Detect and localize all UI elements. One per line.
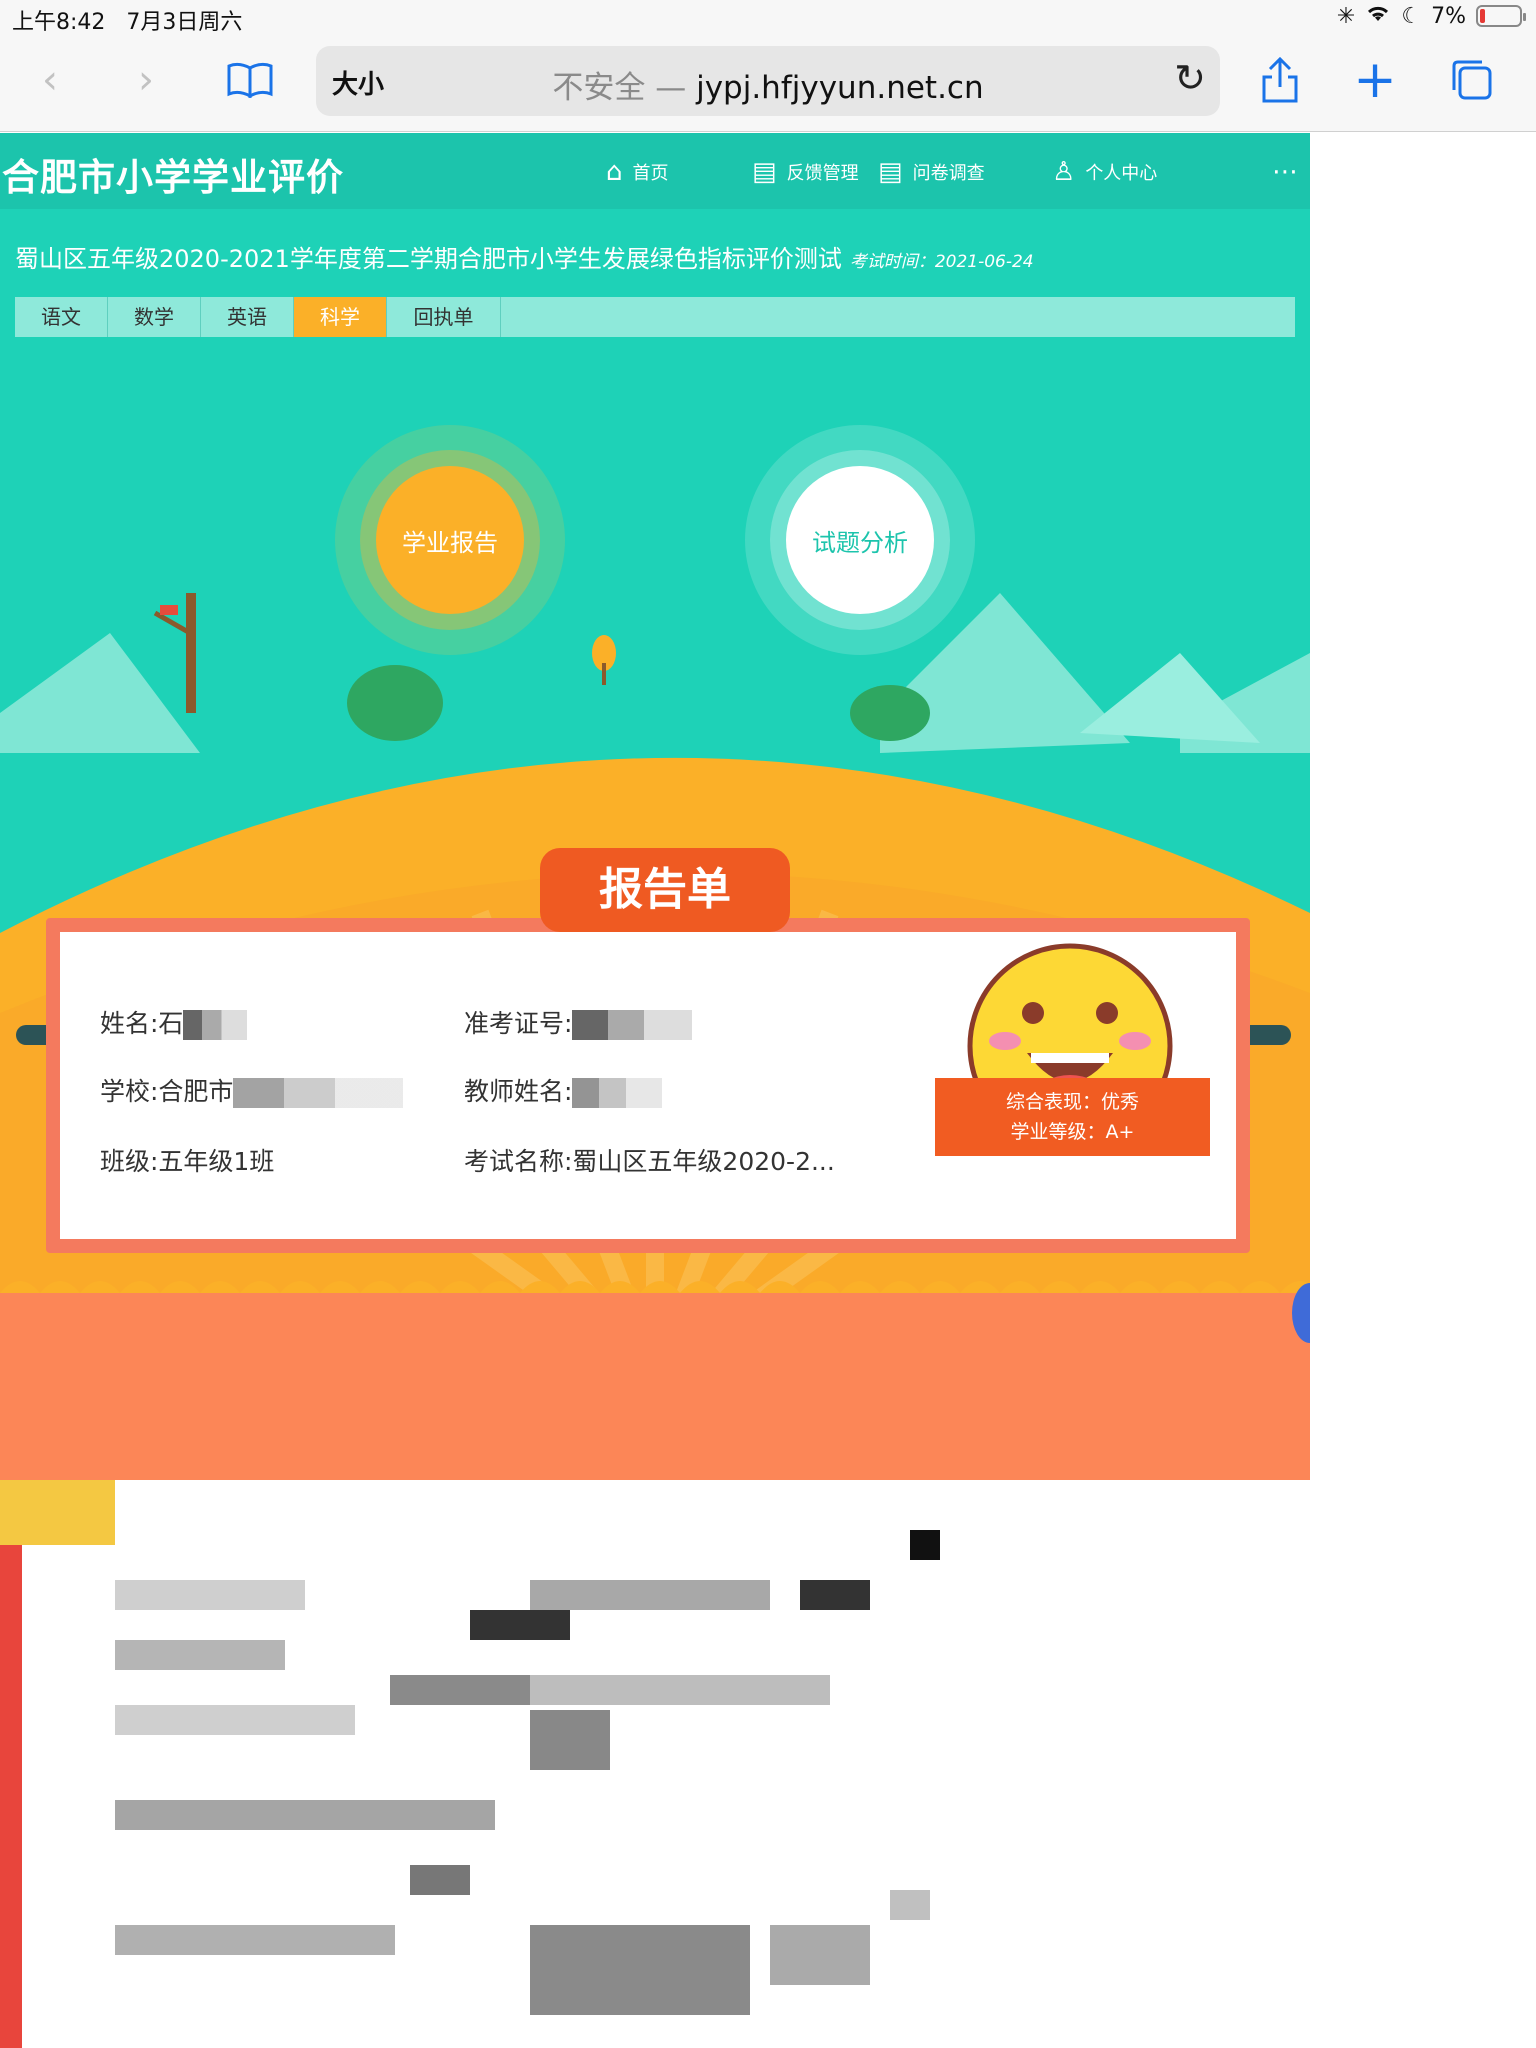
- document-icon: ▤: [752, 157, 777, 187]
- nav-survey[interactable]: ▤ 问卷调查: [878, 157, 985, 187]
- reload-icon[interactable]: ↻: [1174, 56, 1206, 100]
- overall-performance: 综合表现：优秀: [1005, 1091, 1139, 1113]
- wifi-icon: [1365, 3, 1391, 29]
- page-margin: [1310, 133, 1536, 2048]
- bookmarks-icon[interactable]: [220, 50, 280, 110]
- browser-toolbar: ‹ › 大小 不安全 — jypj.hfjyyun.net.cn ↻ +: [0, 36, 1536, 132]
- address-bar[interactable]: 大小 不安全 — jypj.hfjyyun.net.cn ↻: [316, 46, 1220, 116]
- nav-profile[interactable]: ♙ 个人中心: [1052, 157, 1157, 187]
- tab-science[interactable]: 科学: [294, 297, 387, 337]
- back-icon[interactable]: ‹: [20, 50, 80, 110]
- moon-icon: ☾: [1401, 3, 1422, 29]
- status-time: 上午8:42 7月3日周六: [12, 10, 243, 35]
- exam-name: 考试名称:蜀山区五年级2020-2...: [464, 1147, 835, 1176]
- student-name: 姓名:石: [100, 1004, 248, 1040]
- left-accent-bar: [0, 1545, 22, 2048]
- nav-feedback[interactable]: ▤ 反馈管理: [752, 157, 859, 187]
- user-icon: ♙: [1052, 157, 1076, 187]
- nav-more[interactable]: ⋯: [1272, 157, 1298, 187]
- report-title-ribbon: 报告单: [540, 848, 790, 932]
- subject-tabs: 语文 数学 英语 科学 回执单: [15, 297, 1295, 337]
- survey-icon: ▤: [878, 157, 903, 187]
- class-name: 班级:五年级1班: [100, 1147, 275, 1176]
- tab-chinese[interactable]: 语文: [15, 297, 108, 337]
- loading-icon: ✳: [1336, 3, 1356, 29]
- share-icon[interactable]: [1250, 50, 1310, 110]
- home-icon: ⌂: [606, 157, 623, 187]
- site-logo[interactable]: 合肥市小学学业评价: [2, 147, 344, 201]
- status-right: ✳ ☾ 7%: [1336, 3, 1526, 29]
- school-name: 学校:合肥市: [100, 1072, 404, 1108]
- url-text[interactable]: 不安全 — jypj.hfjyyun.net.cn: [316, 62, 1220, 107]
- battery-icon: [1476, 5, 1526, 27]
- pixelated-report-text: [115, 1530, 940, 2015]
- tab-english[interactable]: 英语: [201, 297, 294, 337]
- tab-math[interactable]: 数学: [108, 297, 201, 337]
- corner-decoration: [0, 1480, 115, 1545]
- ticket-number: 准考证号:: [464, 1004, 693, 1040]
- forward-icon[interactable]: ›: [116, 50, 176, 110]
- battery-percent: 7%: [1431, 3, 1466, 29]
- teacher-name: 教师姓名:: [464, 1072, 663, 1108]
- nav-home[interactable]: ⌂ 首页: [606, 157, 669, 187]
- academic-report-label: 学业报告: [376, 466, 524, 614]
- academic-grade: 学业等级：A+: [1010, 1121, 1135, 1143]
- tabs-icon[interactable]: [1442, 50, 1502, 110]
- new-tab-icon[interactable]: +: [1345, 50, 1405, 110]
- more-icon: ⋯: [1272, 157, 1298, 187]
- exam-date: 考试时间：2021-06-24: [849, 252, 1034, 272]
- grade-badge: 综合表现：优秀 学业等级：A+: [935, 1078, 1210, 1156]
- exam-title: 蜀山区五年级2020-2021学年度第二学期合肥市小学生发展绿色指标评价测试 考试…: [15, 245, 1034, 273]
- site-nav: 合肥市小学学业评价 ⌂ 首页 ▤ 反馈管理 ▤ 问卷调查 ♙ 个人中心 ⋯: [0, 133, 1310, 209]
- question-analysis-label: 试题分析: [786, 466, 934, 614]
- status-bar: 上午8:42 7月3日周六 ✳ ☾ 7%: [0, 0, 1536, 36]
- tab-receipt[interactable]: 回执单: [387, 297, 501, 337]
